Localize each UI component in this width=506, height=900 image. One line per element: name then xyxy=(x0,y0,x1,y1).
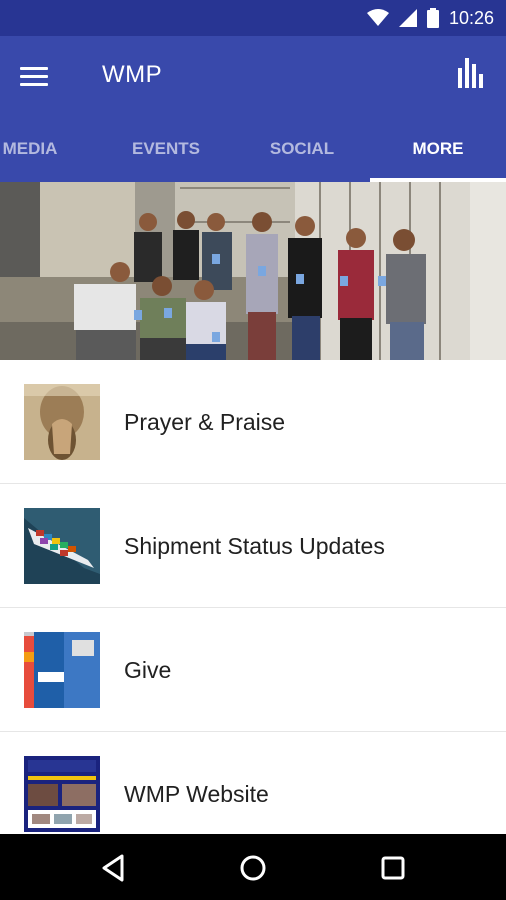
tab-more[interactable]: MORE xyxy=(370,116,506,182)
list-item-give[interactable]: Give xyxy=(0,608,506,732)
credit-card-thumbnail xyxy=(24,632,100,708)
hero-image xyxy=(0,182,506,360)
back-icon[interactable] xyxy=(96,850,132,886)
app-bar: WMP xyxy=(0,36,506,116)
signal-icon xyxy=(398,9,417,27)
list-item-label: Give xyxy=(124,657,172,683)
bar-chart-icon[interactable] xyxy=(456,56,488,92)
list-item-label: Prayer & Praise xyxy=(124,409,286,435)
tab-bar: MEDIA EVENTS SOCIAL MORE xyxy=(0,116,506,182)
status-bar: 10:26 xyxy=(0,0,506,36)
list-item-shipment-status[interactable]: Shipment Status Updates xyxy=(0,484,506,608)
home-icon[interactable] xyxy=(235,850,271,886)
wifi-icon xyxy=(366,9,389,26)
menu-icon[interactable] xyxy=(20,58,60,94)
list-item-prayer-praise[interactable]: Prayer & Praise xyxy=(0,360,506,484)
recents-icon[interactable] xyxy=(375,850,411,886)
menu-list: Prayer & Praise Shipment Status Updates … xyxy=(0,360,506,856)
tab-media[interactable]: MEDIA xyxy=(0,116,72,182)
battery-icon xyxy=(426,8,439,28)
cargo-ship-thumbnail xyxy=(24,508,100,584)
praying-hands-thumbnail xyxy=(24,384,100,460)
system-nav-bar xyxy=(0,834,506,900)
status-time: 10:26 xyxy=(448,7,494,28)
tab-social[interactable]: SOCIAL xyxy=(252,116,352,182)
tab-events[interactable]: EVENTS xyxy=(116,116,216,182)
status-icons: 10:26 xyxy=(366,0,494,36)
website-thumbnail xyxy=(24,756,100,832)
list-item-label: Shipment Status Updates xyxy=(124,533,385,559)
app-title: WMP xyxy=(102,61,163,88)
